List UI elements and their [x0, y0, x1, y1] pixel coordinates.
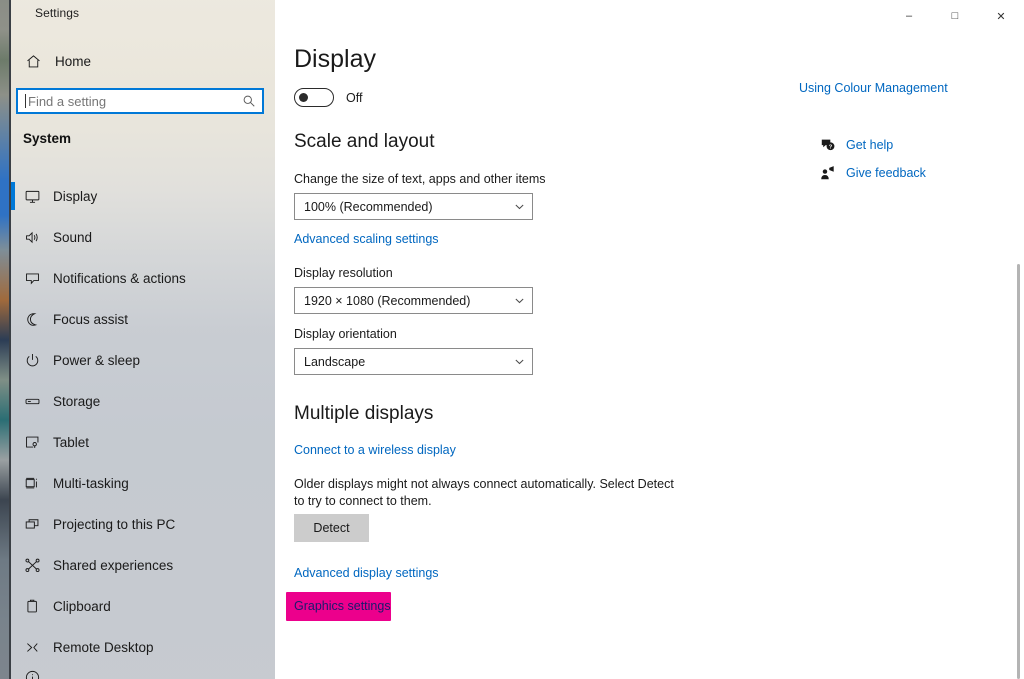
selection-indicator	[11, 305, 15, 333]
tablet-icon	[11, 434, 53, 451]
sidebar-item-label: Projecting to this PC	[53, 517, 176, 532]
sidebar-item-remote-desktop[interactable]: Remote Desktop	[11, 627, 275, 668]
drive-icon	[11, 393, 53, 410]
selection-indicator	[11, 428, 15, 456]
selection-indicator	[11, 264, 15, 292]
vertical-scrollbar[interactable]	[1017, 264, 1020, 679]
chevron-down-icon	[506, 356, 532, 367]
search-box[interactable]	[16, 88, 264, 114]
sidebar-item-storage[interactable]: Storage	[11, 381, 275, 422]
advanced-scaling-settings-link[interactable]: Advanced scaling settings	[294, 232, 439, 246]
main-content: – □ ✕ Display Off Scale and layout Chang…	[275, 0, 1024, 679]
selection-indicator	[11, 633, 15, 661]
project-icon	[11, 516, 53, 533]
toggle-state-label: Off	[346, 90, 363, 105]
svg-text:?: ?	[829, 145, 833, 151]
selection-indicator	[11, 592, 15, 620]
graphics-settings-link[interactable]: Graphics settings	[294, 599, 391, 613]
settings-window: Settings Home System	[0, 0, 1024, 679]
wireless-display-link[interactable]: Connect to a wireless display	[294, 443, 456, 457]
selection-indicator	[11, 551, 15, 579]
get-help-link[interactable]: Get help	[846, 138, 893, 152]
sidebar-item-display[interactable]: Display	[11, 176, 275, 217]
multiple-displays-description: Older displays might not always connect …	[294, 477, 674, 508]
speaker-icon	[11, 229, 53, 246]
sidebar-item-label: Focus assist	[53, 312, 129, 327]
sidebar-item-projecting[interactable]: Projecting to this PC	[11, 504, 275, 545]
scale-field-label: Change the size of text, apps and other …	[294, 172, 546, 186]
clipboard-icon	[11, 598, 53, 615]
selection-indicator	[11, 182, 15, 210]
sidebar-item-label: Tablet	[53, 435, 90, 450]
sidebar-item-partial-below[interactable]	[11, 668, 275, 679]
sidebar-item-label: Power & sleep	[53, 353, 141, 368]
sidebar-item-multitasking[interactable]: Multi-tasking	[11, 463, 275, 504]
monitor-icon	[11, 188, 53, 205]
chevron-down-icon	[506, 295, 532, 306]
sidebar-item-label: Remote Desktop	[53, 640, 154, 655]
sidebar-item-power-sleep[interactable]: Power & sleep	[11, 340, 275, 381]
orientation-dropdown-value: Landscape	[304, 354, 366, 369]
search-input[interactable]	[26, 93, 236, 109]
resolution-dropdown-value: 1920 × 1080 (Recommended)	[304, 293, 471, 308]
selection-indicator	[11, 223, 15, 251]
sidebar-item-label: Sound	[53, 230, 93, 245]
page-title: Display	[294, 45, 376, 73]
sidebar-item-notifications[interactable]: Notifications & actions	[11, 258, 275, 299]
resolution-field-label: Display resolution	[294, 266, 393, 280]
sidebar-item-label: Notifications & actions	[53, 271, 186, 286]
sidebar-item-sound[interactable]: Sound	[11, 217, 275, 258]
sidebar-item-shared-experiences[interactable]: Shared experiences	[11, 545, 275, 586]
multiple-displays-heading: Multiple displays	[294, 403, 434, 424]
selection-indicator	[11, 510, 15, 538]
chat-bubble-icon	[11, 270, 53, 287]
app-title: Settings	[35, 6, 80, 20]
night-light-toggle[interactable]	[294, 88, 334, 107]
home-icon	[11, 53, 55, 70]
toggle-knob	[298, 92, 308, 102]
orientation-field-label: Display orientation	[294, 327, 397, 341]
selection-indicator	[11, 469, 15, 497]
help-bubble-icon: ?	[819, 136, 837, 154]
window-controls: – □ ✕	[864, 0, 1024, 32]
advanced-display-settings-link[interactable]: Advanced display settings	[294, 566, 439, 580]
sidebar-group-header: System	[23, 131, 72, 146]
sidebar-item-label: Clipboard	[53, 599, 111, 614]
give-feedback-link[interactable]: Give feedback	[846, 166, 926, 180]
orientation-dropdown[interactable]: Landscape	[294, 348, 533, 375]
sidebar-item-clipboard[interactable]: Clipboard	[11, 586, 275, 627]
maximize-button[interactable]: □	[932, 0, 978, 32]
selection-indicator	[11, 387, 15, 415]
sidebar-nav: Display Sound Notifications & actions Fo…	[11, 176, 275, 679]
night-light-toggle-row: Off	[294, 88, 362, 107]
selection-indicator	[11, 346, 15, 374]
sidebar-home-label: Home	[55, 53, 92, 69]
share-icon	[11, 557, 53, 574]
info-icon	[11, 669, 53, 679]
resolution-dropdown[interactable]: 1920 × 1080 (Recommended)	[294, 287, 533, 314]
sidebar-item-focus-assist[interactable]: Focus assist	[11, 299, 275, 340]
selection-indicator	[11, 674, 15, 679]
sidebar-item-label: Shared experiences	[53, 558, 174, 573]
sidebar-item-home[interactable]: Home	[11, 46, 275, 76]
scale-layout-heading: Scale and layout	[294, 131, 435, 152]
moon-icon	[11, 311, 53, 328]
search-icon[interactable]	[236, 94, 262, 108]
remote-icon	[11, 639, 53, 656]
scale-dropdown[interactable]: 100% (Recommended)	[294, 193, 533, 220]
close-button[interactable]: ✕	[978, 0, 1024, 32]
detect-button[interactable]: Detect	[294, 514, 369, 542]
scale-dropdown-value: 100% (Recommended)	[304, 199, 433, 214]
sidebar-item-label: Storage	[53, 394, 101, 409]
multitask-icon	[11, 475, 53, 492]
sidebar: Settings Home System	[11, 0, 275, 679]
colour-management-link[interactable]: Using Colour Management	[799, 81, 948, 95]
sidebar-item-label: Multi-tasking	[53, 476, 129, 491]
chevron-down-icon	[506, 201, 532, 212]
sidebar-item-label: Display	[53, 189, 98, 204]
feedback-megaphone-icon	[819, 164, 837, 182]
power-icon	[11, 352, 53, 369]
minimize-button[interactable]: –	[886, 0, 932, 32]
sidebar-item-tablet[interactable]: Tablet	[11, 422, 275, 463]
